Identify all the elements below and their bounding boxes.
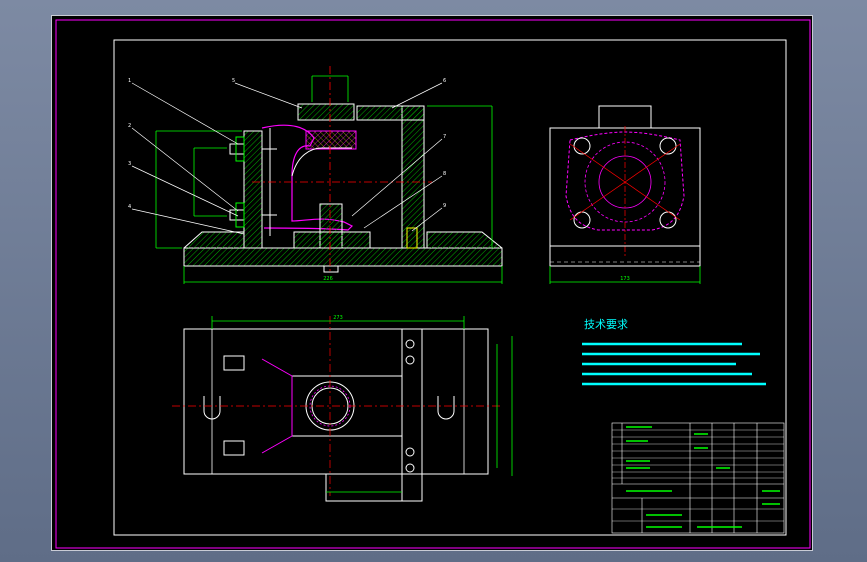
base-right-rib (426, 231, 503, 249)
title-block-rows (612, 429, 784, 522)
left-plate (243, 130, 263, 249)
nut-upper (235, 136, 245, 162)
outer-border (55, 19, 811, 549)
bolt-upper (229, 143, 245, 155)
dim-base-width: 226 (323, 276, 333, 282)
cad-viewport[interactable]: 226 1 2 3 4 5 6 7 8 9 173 273 技术要求 (0, 0, 867, 562)
svg-text:1: 1 (128, 78, 131, 84)
inner-border (113, 39, 787, 536)
bolt-lower (229, 209, 245, 221)
drawing-canvas: 226 1 2 3 4 5 6 7 8 9 173 273 技术要求 (55, 19, 811, 549)
svg-text:2: 2 (128, 123, 131, 129)
top-arm (356, 105, 425, 121)
svg-text:9: 9 (443, 203, 446, 209)
plan-view: 273 (172, 315, 513, 502)
front-section-view: 226 1 2 3 4 5 6 7 8 9 (128, 66, 503, 284)
base-plate (183, 247, 503, 267)
nut-lower (235, 202, 245, 228)
locating-pin (323, 265, 339, 273)
dim-plan-width: 273 (333, 315, 343, 321)
svg-text:4: 4 (128, 204, 131, 210)
svg-text:7: 7 (443, 134, 446, 140)
technical-notes: 技术要求 (582, 318, 766, 386)
base-left-rib (183, 231, 245, 249)
svg-text:6: 6 (443, 78, 446, 84)
right-column (401, 105, 425, 249)
top-collar (297, 103, 355, 121)
svg-text:5: 5 (232, 78, 235, 84)
svg-text:3: 3 (128, 161, 131, 167)
notes-title: 技术要求 (584, 318, 628, 331)
support-base (293, 231, 371, 249)
side-view: 173 (549, 105, 701, 284)
plan-outline (183, 328, 489, 475)
svg-text:8: 8 (443, 171, 446, 177)
drawing-sheet: 226 1 2 3 4 5 6 7 8 9 173 273 技术要求 (51, 15, 813, 551)
callout-numbers: 1 2 3 4 5 6 7 8 9 (128, 78, 446, 210)
dim-side-width: 173 (620, 276, 630, 282)
